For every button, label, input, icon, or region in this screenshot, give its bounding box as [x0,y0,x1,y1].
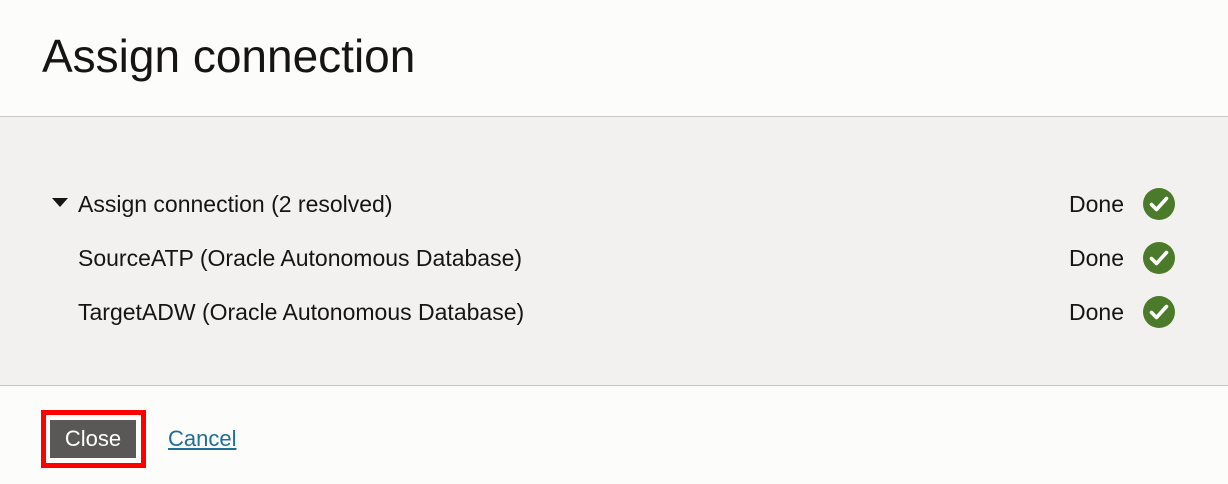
group-row[interactable]: Assign connection (2 resolved) Done [0,184,1228,224]
close-button[interactable]: Close [50,420,136,458]
group-label: Assign connection (2 resolved) [78,191,393,217]
item-status: Done [1069,299,1124,325]
caret-down-icon[interactable] [52,198,68,207]
dialog-body: Assign connection (2 resolved) Done Sour… [0,117,1228,386]
dialog-header: Assign connection [0,0,1228,117]
check-circle-icon [1143,188,1175,220]
assign-connection-dialog: Assign connection Assign connection (2 r… [0,0,1228,484]
check-circle-icon [1143,242,1175,274]
group-status: Done [1069,191,1124,217]
item-status: Done [1069,245,1124,271]
list-item: SourceATP (Oracle Autonomous Database) D… [0,238,1228,278]
item-label: TargetADW (Oracle Autonomous Database) [78,299,525,325]
list-item: TargetADW (Oracle Autonomous Database) D… [0,292,1228,332]
dialog-title: Assign connection [42,30,416,82]
check-circle-icon [1143,296,1175,328]
cancel-link[interactable]: Cancel [168,420,236,458]
dialog-footer: Close Cancel [0,386,1228,484]
item-label: SourceATP (Oracle Autonomous Database) [78,245,523,271]
